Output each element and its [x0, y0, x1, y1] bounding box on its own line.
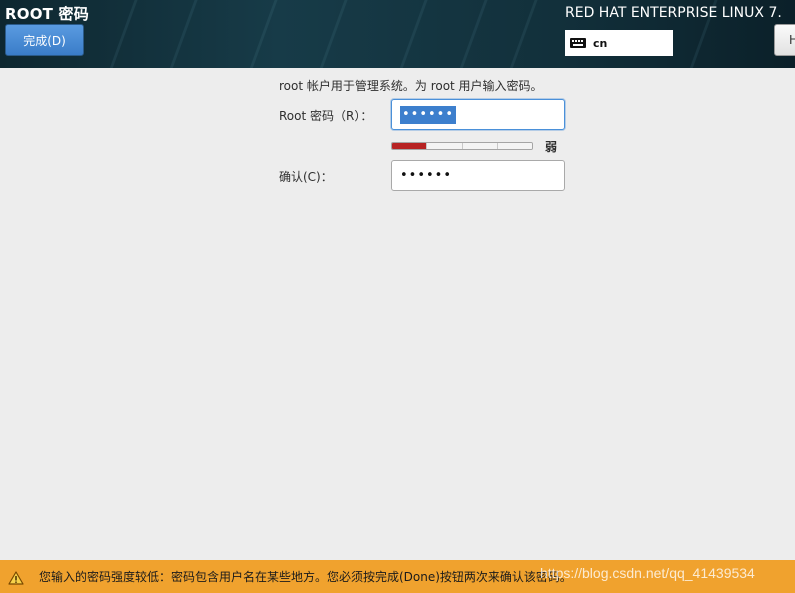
- product-name: RED HAT ENTERPRISE LINUX 7.: [565, 5, 782, 21]
- strength-label: 弱: [545, 140, 558, 154]
- root-password-field[interactable]: ••••••: [391, 99, 565, 130]
- intro-text: root 帐户用于管理系统。为 root 用户输入密码。: [279, 79, 543, 93]
- root-password-screen: ROOT 密码 完成(D) RED HAT ENTERPRISE LINUX 7…: [0, 0, 795, 593]
- confirm-password-label: 确认(C)：: [279, 170, 333, 184]
- done-button[interactable]: 完成(D): [5, 24, 84, 56]
- strength-segment: [427, 143, 463, 149]
- strength-segment: [497, 143, 532, 149]
- warning-icon: [8, 570, 24, 585]
- root-password-label: Root 密码（R）：: [279, 109, 373, 123]
- password-strength-meter: [391, 142, 533, 150]
- root-password-value: ••••••: [400, 105, 457, 124]
- keyboard-icon: [570, 38, 586, 48]
- page-title: ROOT 密码: [5, 5, 89, 23]
- header-bar: ROOT 密码 完成(D) RED HAT ENTERPRISE LINUX 7…: [0, 0, 795, 68]
- keyboard-layout-indicator[interactable]: cn: [565, 30, 673, 56]
- strength-segment: [462, 143, 498, 149]
- confirm-password-field[interactable]: ••••••: [391, 160, 565, 191]
- warning-text: 您输入的密码强度较低：密码包含用户名在某些地方。您必须按完成(Done)按钮两次…: [39, 570, 572, 584]
- watermark: https://blog.csdn.net/qq_41439534: [540, 565, 755, 581]
- keyboard-layout-label: cn: [593, 36, 608, 50]
- confirm-password-value: ••••••: [400, 168, 453, 183]
- help-button[interactable]: H: [774, 24, 795, 56]
- strength-segment: [392, 143, 428, 149]
